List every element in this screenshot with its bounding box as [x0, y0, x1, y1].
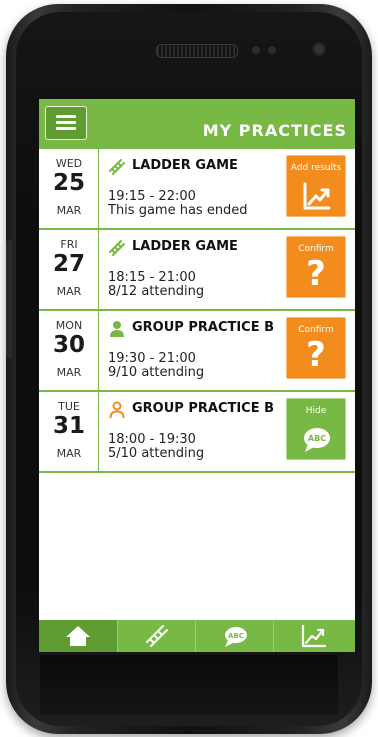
ladder-icon [146, 625, 168, 647]
day-number: 31 [52, 413, 85, 439]
phone-chin [40, 655, 338, 715]
day-number: 27 [52, 251, 85, 277]
month: MAR [56, 204, 82, 217]
home-icon [66, 626, 90, 646]
nav-ladder[interactable] [117, 620, 195, 652]
chart-icon [303, 182, 331, 210]
month: MAR [56, 447, 82, 460]
day-of-week: FRI [60, 238, 78, 251]
person-filled-icon [110, 321, 124, 337]
practice-time: 18:00 - 19:30 [108, 432, 196, 447]
bottom-navigation: ABC [39, 620, 355, 652]
volume-button [6, 240, 12, 358]
practice-date: FRI 27 MAR [39, 230, 99, 309]
app-screen: MY PRACTICES WED 25 MAR LADDER GAME 19:1… [39, 99, 355, 652]
proximity-sensor [252, 46, 260, 54]
practice-date: MON 30 MAR [39, 311, 99, 390]
practice-title: GROUP PRACTICE B [132, 401, 275, 416]
abc-bubble-icon: ABC [225, 627, 247, 647]
practice-row[interactable]: FRI 27 MAR LADDER GAME 18:15 - 21:00 8/1… [39, 230, 355, 311]
ladder-icon [109, 240, 125, 256]
month: MAR [56, 366, 82, 379]
practice-title: GROUP PRACTICE B [132, 320, 275, 335]
action-label: Confirm [298, 325, 334, 335]
practice-time: 19:30 - 21:00 [108, 351, 196, 366]
add-results-button[interactable]: Add results [286, 155, 346, 217]
nav-chat[interactable]: ABC [195, 620, 273, 652]
abc-bubble-icon: ABC [304, 428, 330, 452]
earpiece-speaker [156, 44, 238, 58]
hamburger-menu-button[interactable] [45, 106, 87, 140]
practice-time: 18:15 - 21:00 [108, 270, 196, 285]
confirm-button[interactable]: Confirm ? [286, 236, 346, 298]
nav-stats[interactable] [273, 620, 355, 652]
day-number: 25 [52, 170, 85, 196]
day-number: 30 [52, 332, 85, 358]
question-icon: ? [306, 335, 326, 375]
front-camera [312, 42, 326, 56]
page-title: MY PRACTICES [202, 121, 347, 140]
month: MAR [56, 285, 82, 298]
practice-status: 9/10 attending [108, 365, 205, 380]
app-header: MY PRACTICES [39, 99, 355, 149]
practice-row[interactable]: TUE 31 MAR GROUP PRACTICE B 18:00 - 19:3… [39, 392, 355, 473]
action-label: Confirm [298, 244, 334, 254]
light-sensor [268, 46, 276, 54]
abc-text: ABC [308, 434, 326, 443]
practice-title: LADDER GAME [132, 239, 238, 254]
confirm-button[interactable]: Confirm ? [286, 317, 346, 379]
abc-text: ABC [228, 632, 244, 640]
hide-button[interactable]: Hide ABC [286, 398, 346, 460]
practice-list: WED 25 MAR LADDER GAME 19:15 - 22:00 Thi… [39, 149, 355, 473]
menu-icon [56, 115, 76, 118]
question-icon: ? [306, 254, 326, 294]
practice-time: 19:15 - 22:00 [108, 189, 196, 204]
chart-icon [301, 624, 327, 648]
practice-date: WED 25 MAR [39, 149, 99, 228]
day-of-week: WED [55, 157, 83, 170]
action-label: Add results [290, 163, 342, 173]
day-of-week: MON [55, 319, 83, 332]
practice-date: TUE 31 MAR [39, 392, 99, 471]
practice-status: 8/12 attending [108, 284, 205, 299]
ladder-icon [109, 159, 125, 175]
practice-row[interactable]: WED 25 MAR LADDER GAME 19:15 - 22:00 Thi… [39, 149, 355, 230]
practice-status: 5/10 attending [108, 446, 205, 461]
day-of-week: TUE [58, 400, 80, 413]
action-label: Hide [305, 406, 327, 416]
person-outline-icon [109, 401, 125, 419]
practice-title: LADDER GAME [132, 158, 238, 173]
practice-row[interactable]: MON 30 MAR GROUP PRACTICE B 19:30 - 21:0… [39, 311, 355, 392]
nav-home[interactable] [39, 620, 117, 652]
practice-status: This game has ended [108, 203, 248, 218]
